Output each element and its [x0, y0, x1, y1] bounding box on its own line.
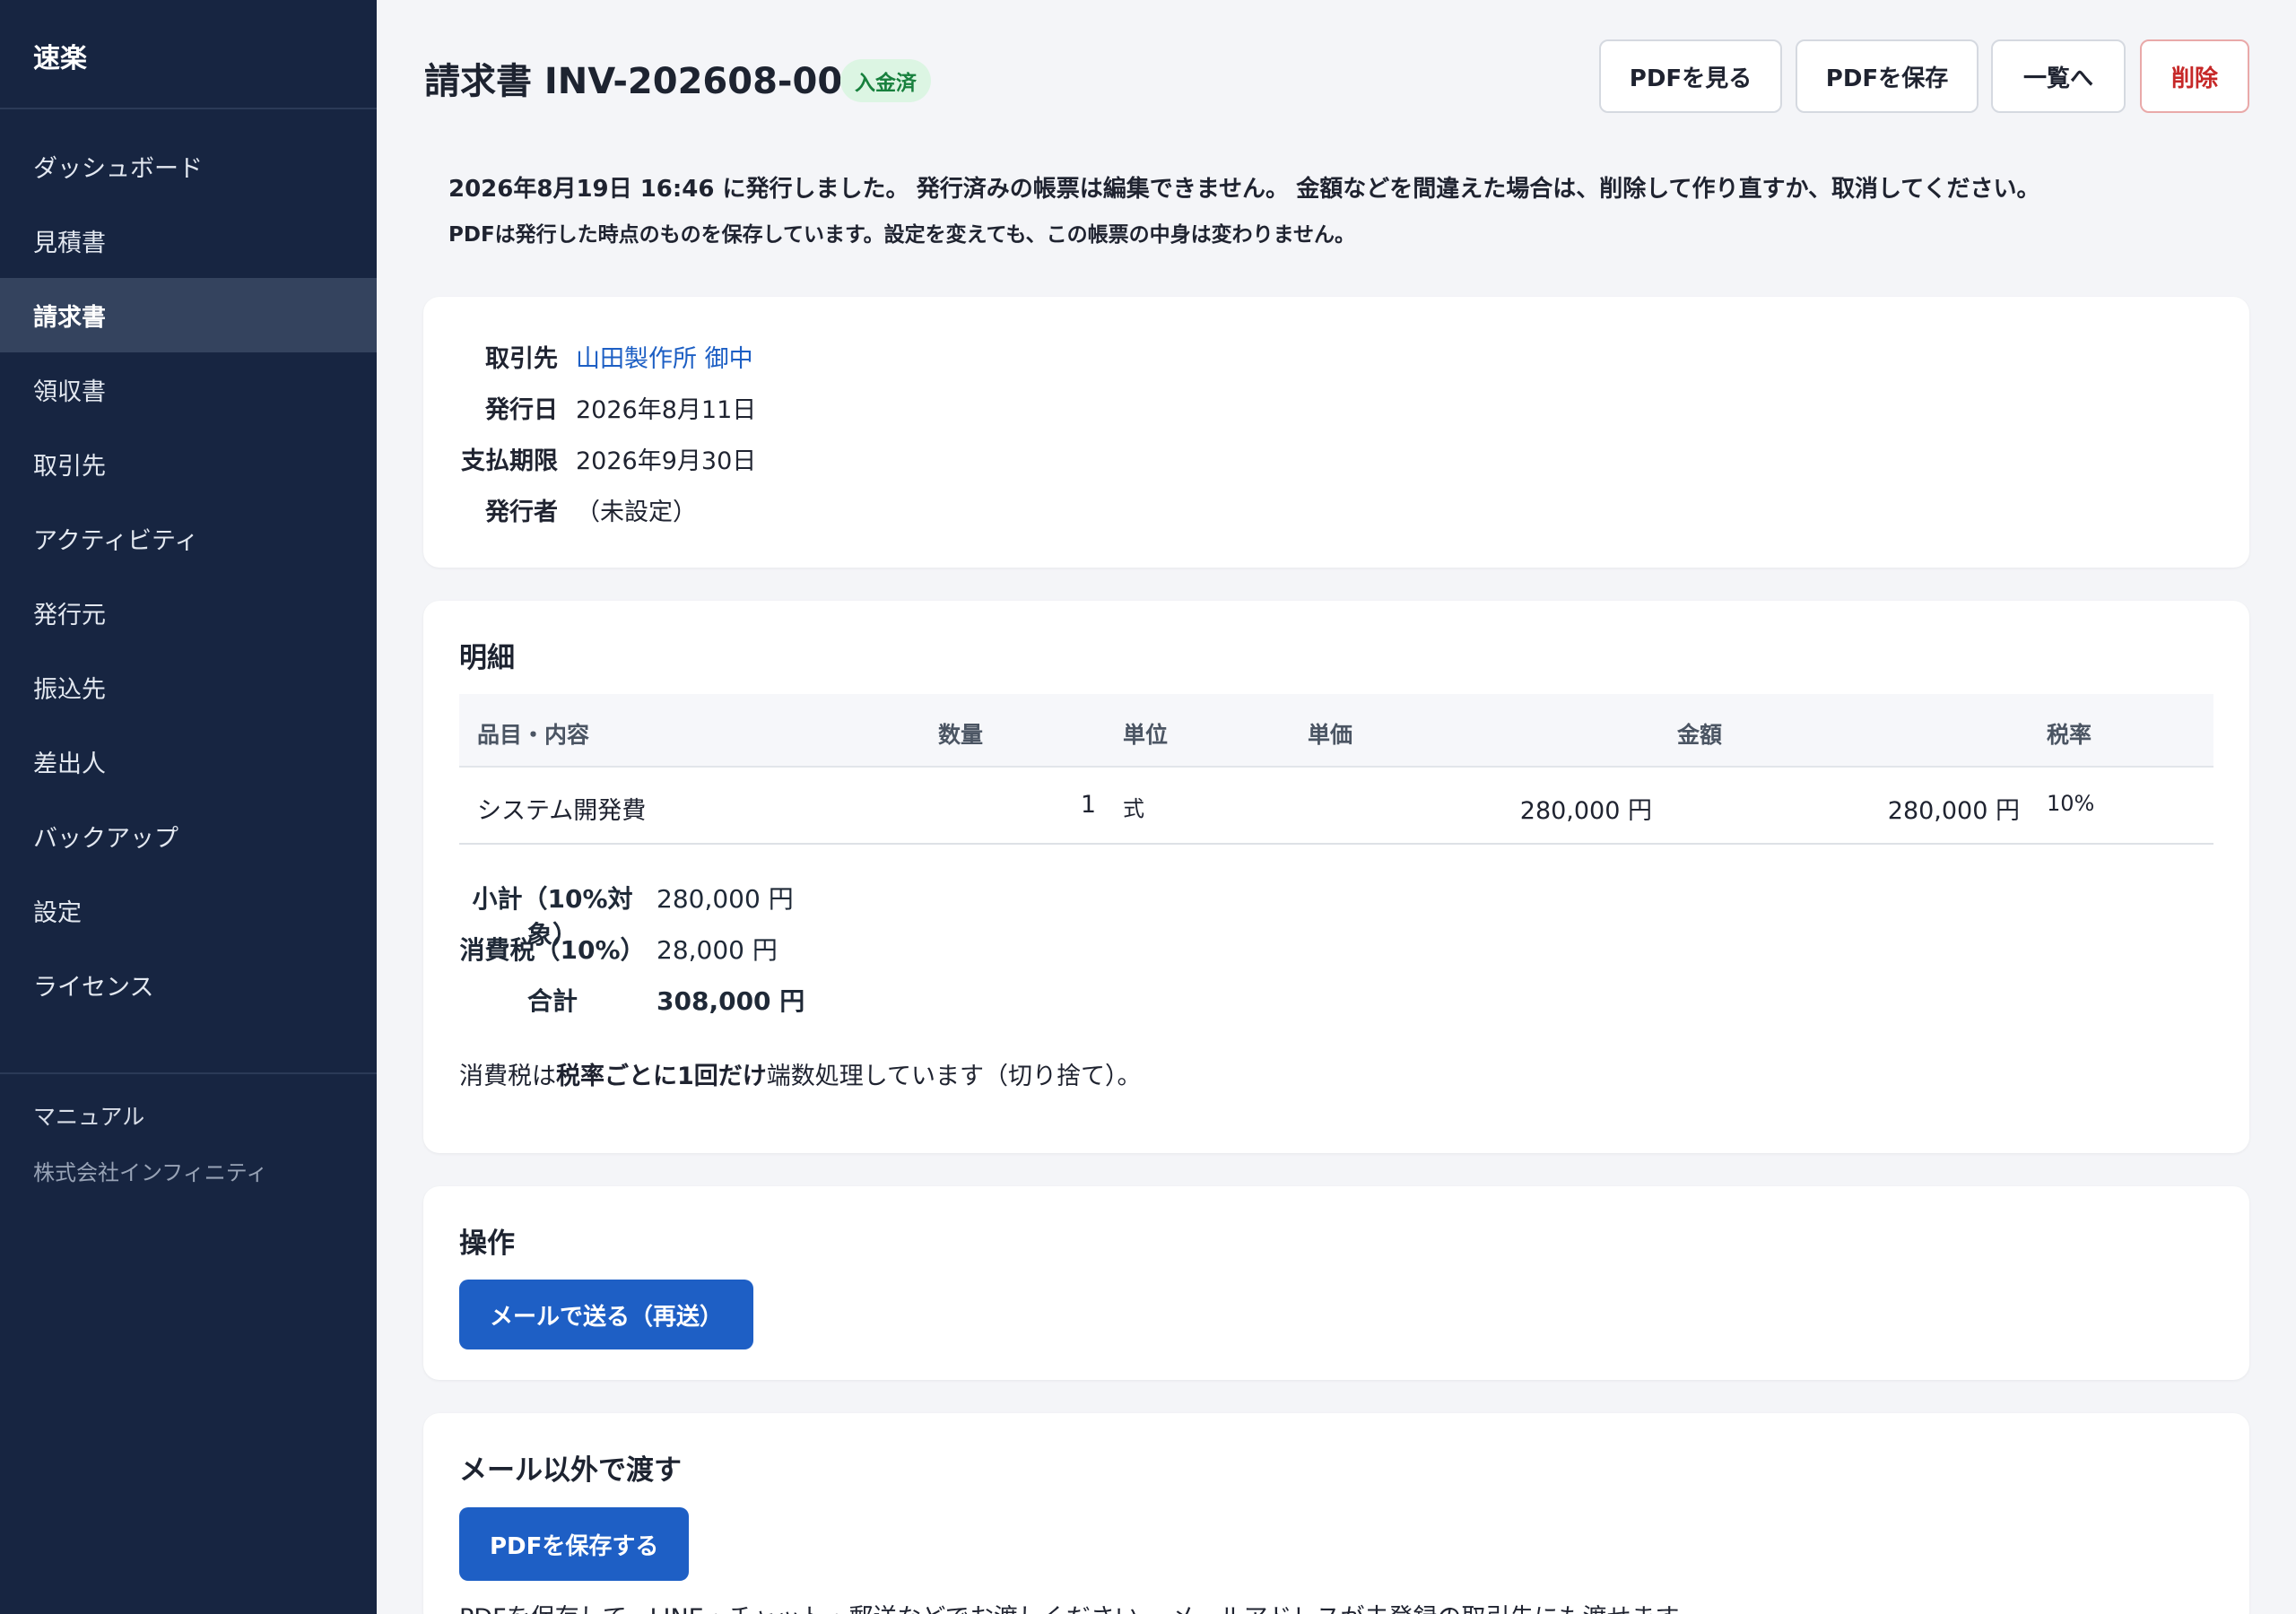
app-brand[interactable]: 速楽 [0, 0, 377, 109]
rounding-prefix: 消費税は [459, 1063, 556, 1090]
rounding-bold: 税率ごとに1回だけ [556, 1063, 767, 1090]
total-label: 合計 [526, 986, 578, 1016]
cell-unit-price: 280,000 円 [1519, 797, 1652, 825]
main-content: 請求書 INV-202608-001 入金済 PDFを見る PDFを保存 一覧へ… [377, 0, 2296, 1614]
view-pdf-button[interactable]: PDFを見る [1599, 39, 1782, 113]
subtotal-row: 小計（10%対象） 280,000 円 [459, 880, 794, 950]
due-date-row: 支払期限 2026年9月30日 [423, 441, 756, 477]
cell-tax-rate: 10% [2047, 791, 2095, 816]
sidebar-item-dashboard[interactable]: ダッシュボード [0, 129, 377, 204]
company-name: 株式会社インフィニティ [33, 1160, 268, 1185]
issued-notice: 2026年8月19日 16:46 に発行しました。 発行済みの帳票は編集できませ… [448, 170, 2039, 204]
sidebar-nav: ダッシュボード 見積書 請求書 領収書 取引先 アクティビティ 発行元 振込先 … [0, 109, 377, 1022]
rounding-suffix: 端数処理しています（切り捨て）。 [766, 1063, 1142, 1090]
table-row: システム開発費 1 式 280,000 円 280,000 円 10% [459, 769, 2213, 845]
sidebar-item-license[interactable]: ライセンス [0, 948, 377, 1022]
subtotal-label: 小計（10%対象） [472, 884, 633, 950]
sidebar-item-receipts[interactable]: 領収書 [0, 352, 377, 427]
page-title: 請求書 INV-202608-001 [424, 61, 868, 102]
column-header-unit: 単位 [1123, 722, 1169, 748]
sidebar-item-settings[interactable]: 設定 [0, 873, 377, 948]
invoice-meta-card: 取引先 山田製作所 御中 発行日 2026年8月11日 支払期限 2026年9月… [423, 297, 2249, 568]
not-editable-text: 発行済みの帳票は編集できません。 [916, 176, 1290, 203]
total-value: 308,000 円 [657, 986, 805, 1016]
delete-button[interactable]: 削除 [2140, 39, 2249, 113]
back-to-list-button[interactable]: 一覧へ [1991, 39, 2126, 113]
tax-label: 消費税（10%） [459, 935, 646, 965]
save-pdf-button[interactable]: PDFを保存 [1796, 39, 1979, 113]
sidebar-item-estimates[interactable]: 見積書 [0, 204, 377, 278]
sidebar-item-senders[interactable]: 差出人 [0, 725, 377, 799]
cell-amount: 280,000 円 [1887, 797, 2020, 825]
tax-row: 消費税（10%） 28,000 円 [459, 931, 778, 968]
save-pdf-primary-button[interactable]: PDFを保存する [459, 1507, 690, 1581]
sidebar-item-bank-accounts[interactable]: 振込先 [0, 650, 377, 725]
sidebar-item-backup[interactable]: バックアップ [0, 799, 377, 873]
tax-rounding-note: 消費税は税率ごとに1回だけ端数処理しています（切り捨て）。 [459, 1056, 1142, 1091]
client-label: 取引先 [485, 345, 558, 373]
issuer-value: （未設定） [576, 499, 697, 526]
sidebar-item-issuer[interactable]: 発行元 [0, 576, 377, 650]
sidebar-item-activity[interactable]: アクティビティ [0, 501, 377, 576]
details-title: 明細 [459, 642, 515, 674]
tax-value: 28,000 円 [657, 935, 778, 965]
issue-date-row: 発行日 2026年8月11日 [423, 390, 756, 426]
cell-item: システム開発費 [477, 797, 647, 825]
column-header-unit-price: 単価 [1308, 722, 1353, 748]
total-row: 合計 308,000 円 [459, 982, 804, 1020]
sidebar-item-invoices[interactable]: 請求書 [0, 278, 377, 352]
non-email-title: メール以外で渡す [459, 1454, 682, 1487]
non-email-card: メール以外で渡す PDFを保存する PDFを保存して、LINE・チャット・郵送な… [423, 1413, 2249, 1614]
issue-date-label: 発行日 [485, 396, 558, 424]
column-header-item: 品目・内容 [477, 722, 590, 748]
subtotal-value: 280,000 円 [657, 884, 794, 914]
column-header-amount: 金額 [1677, 722, 1723, 748]
column-header-qty: 数量 [938, 722, 984, 748]
issue-date-value: 2026年8月11日 [576, 396, 757, 424]
operations-title: 操作 [459, 1228, 515, 1260]
pdf-snapshot-notice: PDFは発行した時点のものを保存しています。設定を変えても、この帳票の中身は変わ… [448, 223, 1355, 247]
issuer-label: 発行者 [485, 499, 558, 526]
operations-card: 操作 メールで送る（再送） [423, 1186, 2249, 1380]
issued-text: 2026年8月19日 16:46 に発行しました。 [448, 176, 909, 203]
details-card: 明細 品目・内容 数量 単位 単価 金額 税率 システム開発費 1 式 280,… [423, 601, 2249, 1153]
due-date-value: 2026年9月30日 [576, 447, 757, 475]
non-email-note: PDFを保存して、LINE・チャット・郵送などでお渡しください。 メールアドレス… [459, 1598, 1701, 1614]
client-row: 取引先 山田製作所 御中 [423, 339, 753, 375]
status-badge: 入金済 [840, 59, 931, 102]
sidebar: 速楽 ダッシュボード 見積書 請求書 領収書 取引先 アクティビティ 発行元 振… [0, 0, 377, 1614]
column-header-tax-rate: 税率 [2047, 722, 2092, 748]
mistake-prefix-text: 金額などを間違えた場合は、 [1296, 176, 1600, 203]
mistake-suffix-text: か、取消してください。 [1785, 176, 2040, 203]
table-header: 品目・内容 数量 単位 単価 金額 税率 [459, 694, 2213, 768]
sidebar-item-clients[interactable]: 取引先 [0, 427, 377, 501]
mistake-bold-text: 削除して作り直す [1599, 176, 1786, 203]
resend-email-button[interactable]: メールで送る（再送） [459, 1280, 754, 1349]
cell-qty: 1 [1080, 791, 1096, 819]
due-date-label: 支払期限 [461, 447, 558, 475]
cell-unit: 式 [1123, 796, 1144, 821]
manual-link[interactable]: マニュアル [0, 1074, 377, 1132]
issuer-row: 発行者 （未設定） [423, 492, 697, 528]
client-link[interactable]: 山田製作所 御中 [576, 339, 753, 375]
